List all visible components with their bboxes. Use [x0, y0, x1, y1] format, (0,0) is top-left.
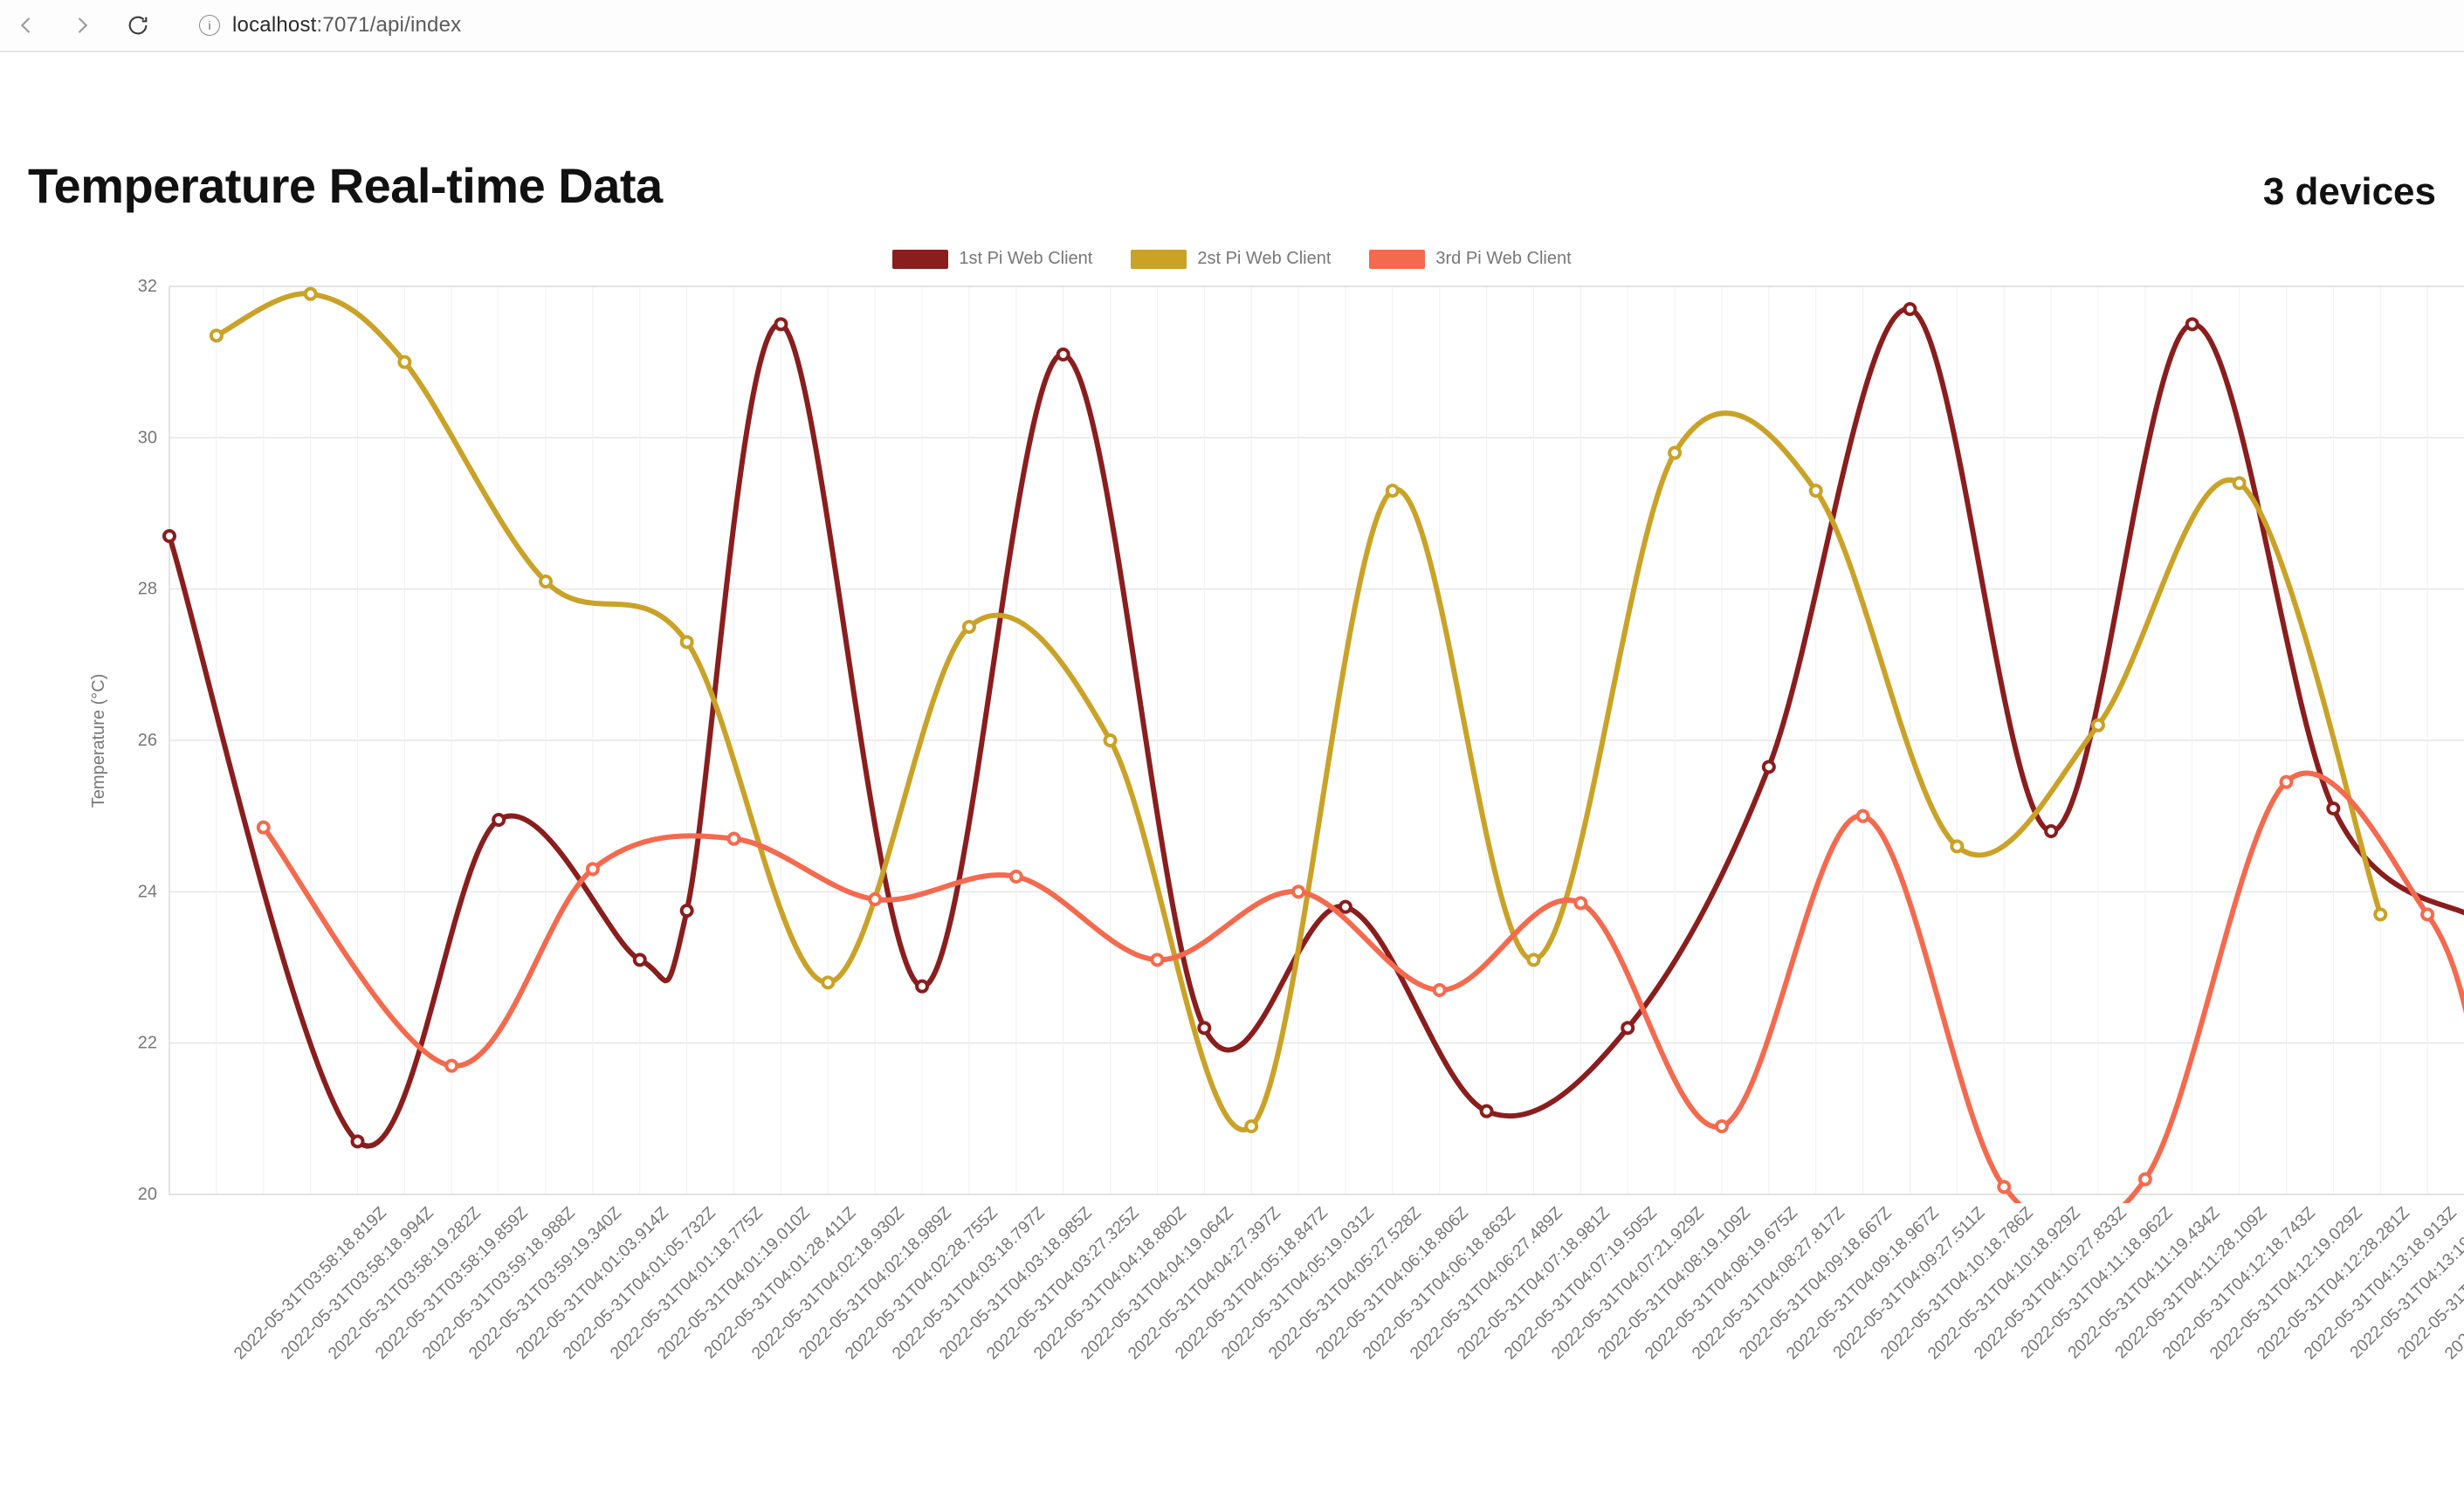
url-text: localhost:7071/api/index — [232, 13, 461, 38]
data-point — [775, 319, 786, 329]
data-point — [1435, 985, 1445, 995]
data-point — [1199, 1022, 1209, 1033]
data-point — [1058, 349, 1069, 360]
data-point — [1528, 954, 1538, 965]
legend-item[interactable]: 1st Pi Web Client — [892, 249, 1092, 269]
y-axis-title: Temperature (°C) — [89, 673, 109, 808]
data-point — [540, 576, 551, 587]
data-point — [682, 636, 692, 647]
data-point — [964, 622, 974, 632]
chart-container: 1st Pi Web Client 2st Pi Web Client 3rd Pi… — [24, 249, 2440, 1500]
series-line — [169, 309, 2464, 1146]
data-point — [1011, 871, 1022, 882]
site-info-icon[interactable]: i — [199, 15, 220, 36]
svg-text:22: 22 — [138, 1034, 157, 1053]
x-axis-labels: 2022-05-31T03:58:18.819Z2022-05-31T03:58… — [169, 1203, 2440, 1500]
forward-icon[interactable] — [70, 13, 94, 38]
legend-item[interactable]: 3rd Pi Web Client — [1369, 249, 1571, 269]
data-point — [1811, 485, 1821, 496]
browser-address-bar: i localhost:7071/api/index — [0, 0, 2464, 52]
line-chart: 20 22 24 26 28 30 32 — [120, 278, 2464, 1203]
svg-text:20: 20 — [138, 1185, 157, 1203]
legend-swatch — [1369, 250, 1425, 269]
data-point — [2046, 826, 2056, 836]
svg-text:32: 32 — [138, 278, 157, 296]
data-point — [1622, 1022, 1633, 1033]
data-point — [2140, 1174, 2151, 1185]
data-point — [2234, 478, 2245, 488]
data-point — [164, 531, 175, 541]
data-point — [1904, 304, 1915, 314]
data-point — [1293, 886, 1304, 897]
page-content: Temperature Real-time Data 3 devices 1st… — [0, 52, 2464, 1500]
page-title: Temperature Real-time Data — [28, 157, 663, 214]
data-point — [1858, 811, 1869, 822]
data-point — [588, 864, 598, 874]
data-point — [211, 330, 222, 341]
data-point — [2281, 777, 2291, 788]
data-point — [1152, 954, 1162, 965]
svg-text:24: 24 — [138, 882, 157, 901]
chart-legend: 1st Pi Web Client 2st Pi Web Client 3rd Pi… — [24, 249, 2440, 269]
data-point — [353, 1136, 363, 1146]
data-point — [729, 834, 740, 844]
address-field[interactable]: i localhost:7071/api/index — [175, 13, 2450, 38]
data-point — [2422, 909, 2433, 919]
data-point — [258, 822, 269, 833]
data-point — [870, 894, 880, 905]
legend-swatch — [1131, 250, 1187, 269]
data-point — [1246, 1121, 1256, 1132]
reload-icon[interactable] — [126, 13, 150, 38]
data-point — [822, 977, 833, 987]
data-point — [1340, 902, 1351, 912]
data-point — [1669, 448, 1680, 458]
data-point — [2328, 803, 2338, 814]
device-count: 3 devices — [2263, 170, 2436, 214]
data-point — [399, 357, 410, 368]
data-point — [1717, 1121, 1727, 1132]
legend-label: 2st Pi Web Client — [1197, 249, 1331, 269]
data-point — [2187, 319, 2198, 329]
data-point — [2093, 720, 2103, 731]
data-point — [1387, 485, 1398, 496]
data-point — [2375, 909, 2385, 919]
legend-item[interactable]: 2st Pi Web Client — [1131, 249, 1331, 269]
data-point — [1764, 761, 1774, 772]
data-point — [1482, 1106, 1492, 1117]
page-header: Temperature Real-time Data 3 devices — [24, 157, 2440, 214]
legend-swatch — [892, 250, 948, 269]
data-point — [446, 1061, 457, 1071]
nav-group — [14, 13, 150, 38]
data-point — [917, 981, 927, 992]
data-point — [1951, 841, 1962, 851]
legend-label: 1st Pi Web Client — [959, 249, 1092, 269]
series-line — [264, 774, 2464, 1203]
data-point — [1999, 1181, 2009, 1192]
data-point — [1575, 898, 1586, 908]
svg-text:26: 26 — [138, 731, 157, 750]
data-point — [635, 954, 645, 965]
data-point — [493, 815, 504, 825]
legend-label: 3rd Pi Web Client — [1435, 249, 1571, 269]
data-point — [1105, 735, 1116, 746]
svg-text:30: 30 — [138, 428, 157, 447]
svg-text:28: 28 — [138, 580, 157, 599]
back-icon[interactable] — [14, 13, 38, 38]
data-point — [306, 289, 316, 299]
data-point — [682, 905, 692, 916]
